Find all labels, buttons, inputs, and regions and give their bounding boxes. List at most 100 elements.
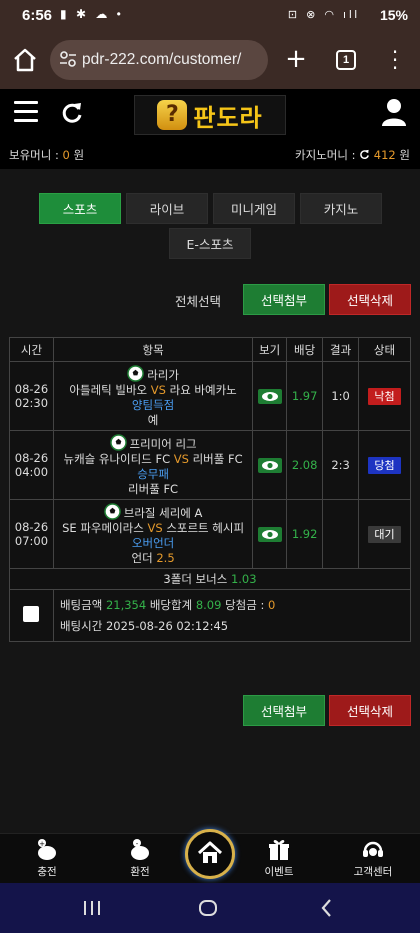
holding-money-label: 보유머니 : (9, 148, 59, 162)
attach-selected-button[interactable]: 선택첨부 (243, 284, 325, 315)
summary-info: 배팅금액 21,354 배당합계 8.09 당첨금 : 0 배팅시간 2025-… (52, 589, 412, 642)
bottom-buttons: 선택첨부 선택삭제 (0, 695, 420, 727)
notification-icons: ▮ ✱ ☁ • (60, 7, 124, 21)
status-badge: 당첨 (368, 456, 402, 474)
nav-deposit-label: 충전 (37, 866, 57, 878)
bet-time: 2025-08-26 02:12:45 (105, 618, 229, 633)
header-status: 상태 (358, 337, 411, 362)
logo-badge-icon: ? (157, 100, 188, 130)
row-view[interactable] (252, 430, 288, 500)
tab-sports[interactable]: 스포츠 (39, 193, 121, 224)
row-status: 낙첨 (358, 361, 411, 431)
status-time: 6:56 (22, 7, 53, 24)
headset-chat-icon (363, 841, 383, 857)
table-row: 08-26 02:30 라리가 아틀레틱 빌바오 VS 라요 바예카노 양팀득점 … (9, 361, 411, 431)
tab-esports[interactable]: E-스포츠 (169, 228, 251, 259)
row-home-team: SE 파우메이라스 (62, 520, 144, 535)
status-badge: 낙첨 (368, 387, 402, 405)
nav-event-label: 이벤트 (264, 866, 294, 878)
casino-money-value: 412 (373, 148, 396, 162)
row-item: 라리가 아틀레틱 빌바오 VS 라요 바예카노 양팀득점 예 (52, 361, 254, 431)
browser-menu-icon[interactable]: · · · (388, 42, 402, 78)
summary-checkbox-cell (9, 589, 54, 642)
delete-selected-button[interactable]: 선택삭제 (329, 284, 411, 315)
win-amount: 0 (268, 597, 276, 612)
soccer-ball-icon (127, 364, 145, 382)
delete-selected-bottom-button[interactable]: 선택삭제 (329, 695, 411, 726)
row-view[interactable] (252, 499, 288, 569)
table-row: 08-26 07:00 브라질 세리에 A SE 파우메이라스 VS 스포르트 헤… (9, 499, 411, 569)
win-amount-label: 당첨금 : (225, 597, 265, 612)
nav-event[interactable]: 이벤트 (249, 838, 309, 884)
browser-home-icon[interactable] (10, 45, 40, 75)
row-away-team: 스포르트 헤시피 (166, 520, 245, 535)
holding-money-unit: 원 (73, 148, 85, 162)
row-view[interactable] (252, 361, 288, 431)
site-settings-icon[interactable] (59, 50, 77, 68)
row-time: 08-26 02:30 (9, 361, 54, 431)
row-market: 승무패 (137, 466, 169, 481)
row-clock: 04:00 (14, 465, 49, 479)
row-odds: 2.08 (286, 430, 324, 500)
summary-row: 배팅금액 21,354 배당합계 8.09 당첨금 : 0 배팅시간 2025-… (9, 589, 412, 642)
row-date: 08-26 (14, 382, 49, 396)
refresh-icon[interactable] (60, 100, 84, 126)
nav-deposit[interactable]: + 충전 (17, 838, 77, 884)
nav-support-label: 고객센터 (353, 866, 393, 878)
row-vs: VS (147, 520, 163, 535)
new-tab-icon[interactable]: + (282, 44, 310, 74)
money-bag-icon: - (131, 839, 149, 860)
select-all-label[interactable]: 전체선택 (175, 291, 221, 310)
row-date: 08-26 (14, 520, 49, 534)
bet-checkbox[interactable] (23, 606, 40, 622)
site-logo[interactable]: ? 판도라 (134, 95, 286, 135)
header-item: 항목 (52, 337, 254, 362)
eye-icon[interactable] (257, 388, 282, 404)
row-away-team: 라요 바예카노 (169, 382, 237, 397)
casino-refresh-icon[interactable] (359, 149, 370, 160)
casino-money-label: 카지노머니 : (295, 148, 356, 162)
row-item: 브라질 세리에 A SE 파우메이라스 VS 스포르트 헤시피 오버언더 언더 … (52, 499, 254, 569)
row-selection: 예 (147, 412, 159, 427)
tab-casino[interactable]: 카지노 (300, 193, 382, 224)
bet-amount-label: 배팅금액 (59, 597, 103, 612)
system-home-icon[interactable] (197, 895, 221, 921)
eye-icon[interactable] (257, 457, 282, 473)
header-result: 결과 (322, 337, 360, 362)
row-league: 브라질 세리에 A (123, 505, 203, 520)
row-home-team: 뉴캐슬 유나이티드 FC (63, 451, 171, 466)
app-root: 6:56 ▮ ✱ ☁ • ⊡ ⊗ ◠ ıll 15% pdr-222.com/c… (0, 0, 420, 933)
svg-text:+: + (39, 840, 45, 848)
url-bar[interactable]: pdr-222.com/customer/ (50, 40, 268, 80)
bonus-row: 3폴더 보너스 1.03 (9, 568, 411, 590)
recent-apps-icon[interactable] (82, 895, 102, 921)
nav-withdraw[interactable]: - 환전 (110, 838, 170, 884)
row-result (322, 499, 360, 569)
bet-time-label: 배팅시간 (59, 618, 103, 633)
back-icon[interactable] (318, 895, 334, 921)
nav-support[interactable]: 고객센터 (343, 838, 403, 884)
bonus-value: 1.03 (230, 572, 257, 586)
tab-switcher-button[interactable]: 1 (336, 50, 356, 70)
nav-home-button[interactable] (185, 829, 235, 879)
battery-level: 15% (379, 7, 408, 23)
header-view: 보기 (252, 337, 288, 362)
row-away-team: 리버풀 FC (192, 451, 243, 466)
status-badge: 대기 (368, 525, 402, 543)
table-row: 08-26 04:00 프리미어 리그 뉴캐슬 유나이티드 FC VS 리버풀 F… (9, 430, 411, 500)
header-time: 시간 (9, 337, 54, 362)
bet-history-table: 시간 항목 보기 배당 결과 상태 08-26 02:30 라리가 아틀레틱 빌바… (9, 337, 412, 642)
soccer-ball-icon (109, 433, 127, 451)
total-odds-label: 배당합계 (149, 597, 193, 612)
holding-money-value: 0 (62, 148, 70, 162)
tab-minigame[interactable]: 미니게임 (213, 193, 295, 224)
row-result: 1:0 (322, 361, 360, 431)
hamburger-menu-icon[interactable] (14, 101, 38, 123)
casino-money-unit: 원 (399, 148, 410, 162)
tab-live[interactable]: 라이브 (126, 193, 208, 224)
attach-selected-bottom-button[interactable]: 선택첨부 (243, 695, 325, 726)
row-result: 2:3 (322, 430, 360, 500)
eye-icon[interactable] (257, 526, 282, 542)
gift-icon (269, 840, 289, 860)
user-icon[interactable] (380, 97, 408, 127)
